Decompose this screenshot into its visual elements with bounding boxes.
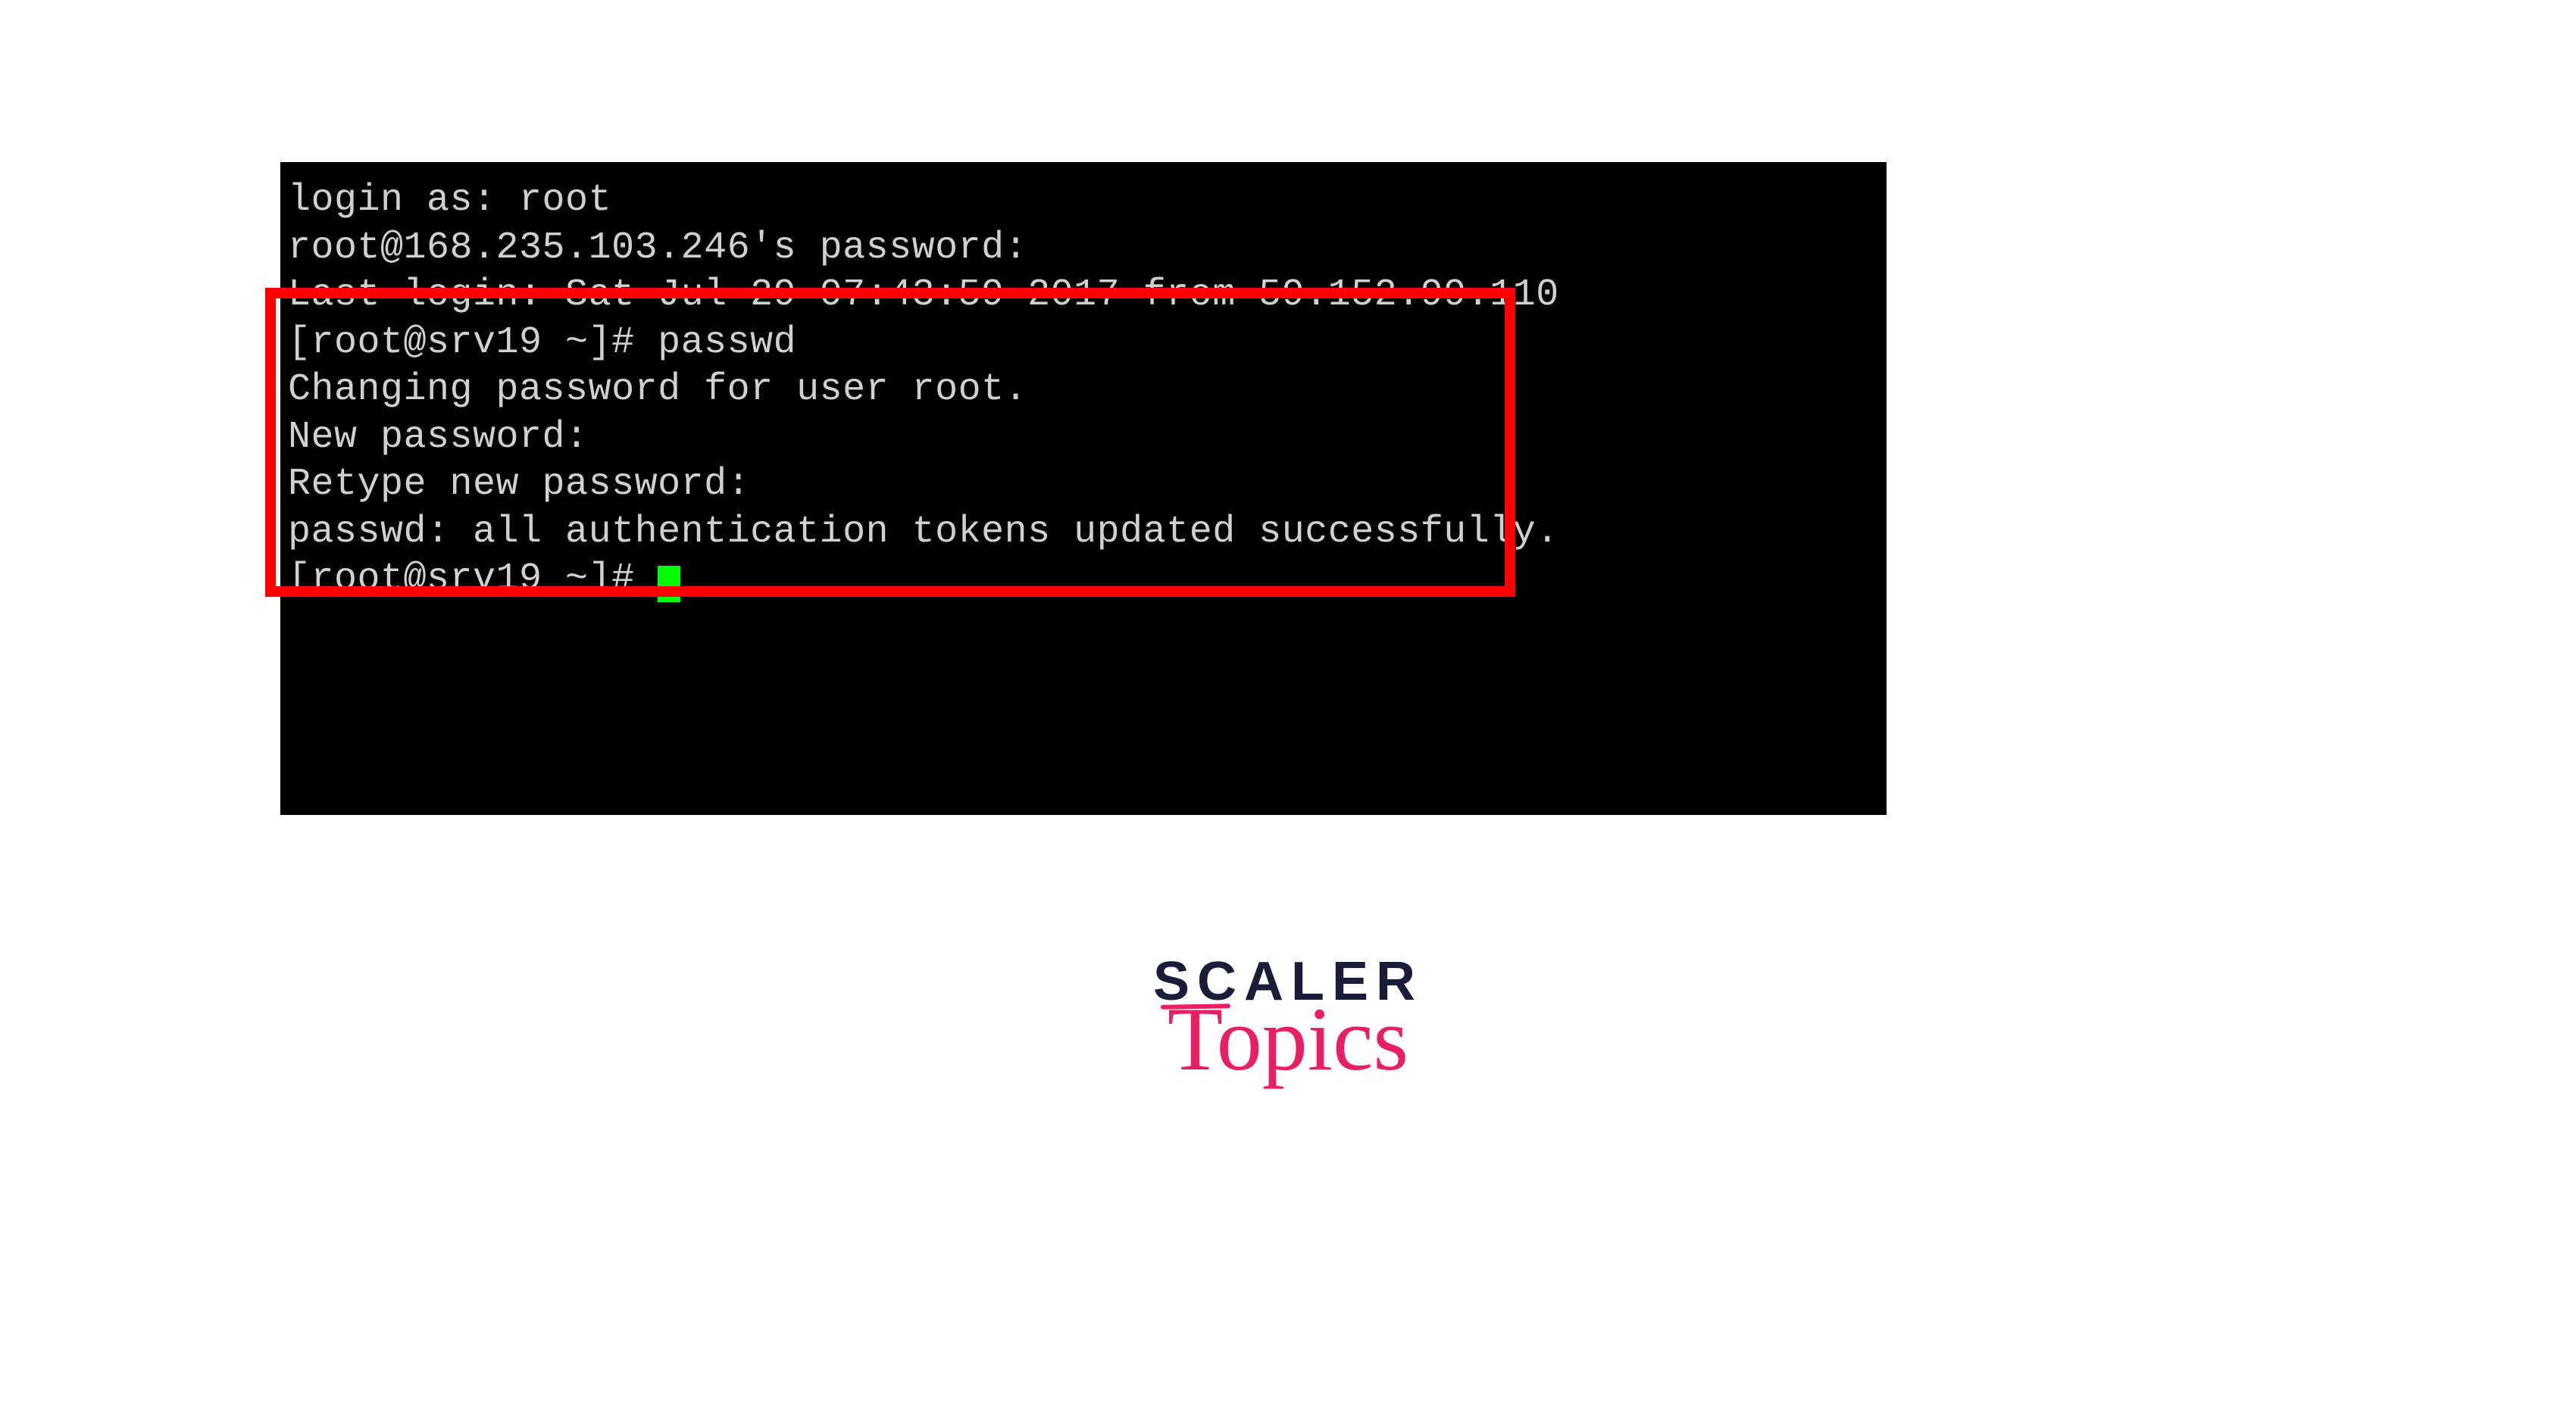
- terminal-line: Last login: Sat Jul 29 07:43:59 2017 fro…: [288, 272, 1879, 320]
- terminal-cursor: [658, 566, 680, 602]
- logo-topics-text: Topics: [1153, 998, 1423, 1080]
- terminal-window[interactable]: login as: root root@168.235.103.246's pa…: [280, 162, 1887, 815]
- scaler-topics-logo: SCALER Topics: [1153, 954, 1423, 1080]
- terminal-line: root@168.235.103.246's password:: [288, 225, 1879, 273]
- terminal-line: Retype new password:: [288, 461, 1879, 509]
- terminal-prompt-line: [root@srv19 ~]#: [288, 556, 1879, 604]
- terminal-line: Changing password for user root.: [288, 367, 1879, 414]
- terminal-line: [root@srv19 ~]# passwd: [288, 320, 1879, 367]
- terminal-content: login as: root root@168.235.103.246's pa…: [288, 177, 1879, 604]
- terminal-line: login as: root: [288, 177, 1879, 225]
- terminal-prompt-text: [root@srv19 ~]#: [288, 557, 658, 601]
- terminal-line: New password:: [288, 414, 1879, 462]
- terminal-line: passwd: all authentication tokens update…: [288, 509, 1879, 557]
